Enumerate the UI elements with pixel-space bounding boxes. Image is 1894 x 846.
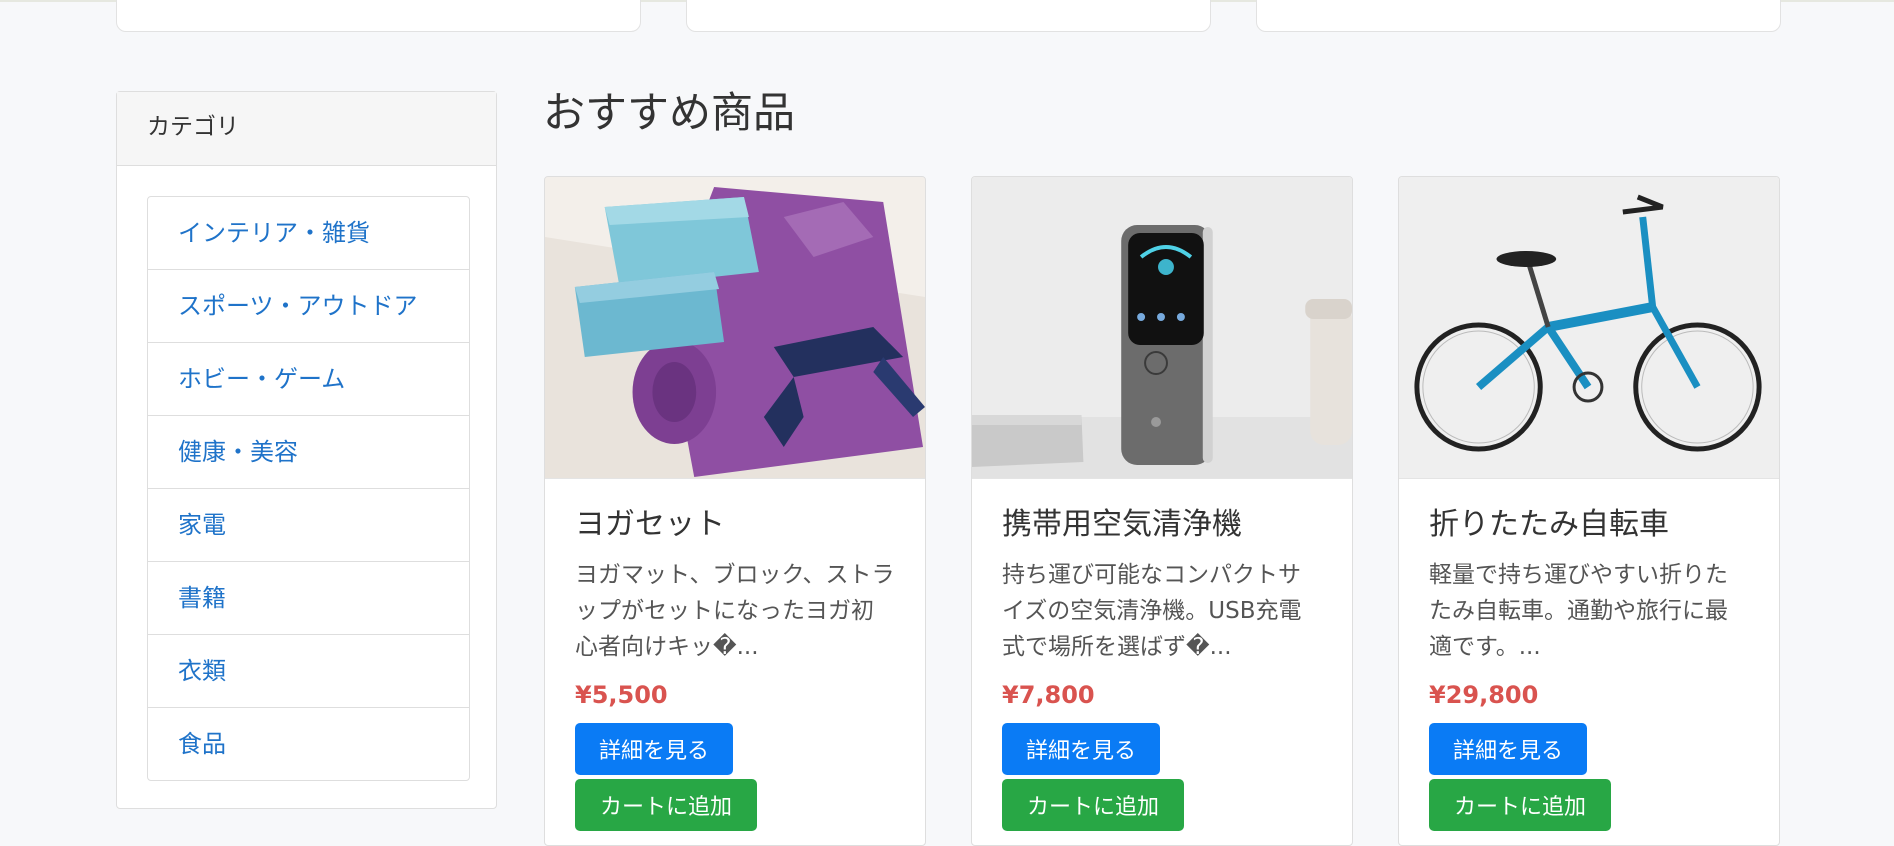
top-card-2 — [686, 0, 1211, 32]
view-details-button[interactable]: 詳細を見る — [575, 723, 733, 775]
product-description: ヨガマット、ブロック、ストラップがセットになったヨガ初心者向けキッ�... — [575, 562, 895, 660]
product-name: ヨガセット — [575, 507, 725, 542]
product-description: 持ち運び可能なコンパクトサイズの空気清浄機。USB充電式で場所を選ばず�... — [1002, 562, 1302, 660]
sidebar-item-food[interactable]: 食品 — [148, 708, 469, 780]
product-price: ¥7,800 — [1002, 681, 1095, 709]
category-sidebar: カテゴリ インテリア・雑貨 スポーツ・アウトドア ホビー・ゲーム 健康・美容 家… — [116, 91, 497, 809]
product-card: 携帯用空気清浄機 持ち運び可能なコンパクトサイズの空気清浄機。USB充電式で場所… — [971, 176, 1353, 846]
air-purifier-image[interactable] — [972, 177, 1352, 479]
page-title: おすすめ商品 — [543, 88, 796, 137]
sidebar-item-appliances[interactable]: 家電 — [148, 489, 469, 562]
sidebar-title: カテゴリ — [117, 92, 496, 166]
sidebar-item-sports[interactable]: スポーツ・アウトドア — [148, 270, 469, 343]
product-card: ヨガセット ヨガマット、ブロック、ストラップがセットになったヨガ初心者向けキッ�… — [544, 176, 926, 846]
top-card-1 — [116, 0, 641, 32]
product-name: 折りたたみ自転車 — [1429, 507, 1669, 542]
folding-bike-image[interactable] — [1399, 177, 1779, 479]
sidebar-item-books[interactable]: 書籍 — [148, 562, 469, 635]
sidebar-item-interior[interactable]: インテリア・雑貨 — [148, 197, 469, 270]
product-description: 軽量で持ち運びやすい折りたたみ自転車。通勤や旅行に最適です。... — [1429, 562, 1728, 660]
product-card: 折りたたみ自転車 軽量で持ち運びやすい折りたたみ自転車。通勤や旅行に最適です。.… — [1398, 176, 1780, 846]
sidebar-item-health[interactable]: 健康・美容 — [148, 416, 469, 489]
product-price: ¥29,800 — [1429, 681, 1539, 709]
product-name: 携帯用空気清浄機 — [1002, 507, 1242, 542]
view-details-button[interactable]: 詳細を見る — [1002, 723, 1160, 775]
view-details-button[interactable]: 詳細を見る — [1429, 723, 1587, 775]
top-card-3 — [1256, 0, 1781, 32]
category-list: インテリア・雑貨 スポーツ・アウトドア ホビー・ゲーム 健康・美容 家電 書籍 … — [147, 196, 470, 781]
add-to-cart-button[interactable]: カートに追加 — [1429, 779, 1611, 831]
add-to-cart-button[interactable]: カートに追加 — [575, 779, 757, 831]
sidebar-item-hobby[interactable]: ホビー・ゲーム — [148, 343, 469, 416]
sidebar-item-clothing[interactable]: 衣類 — [148, 635, 469, 708]
product-price: ¥5,500 — [575, 681, 668, 709]
yoga-set-image[interactable] — [545, 177, 925, 479]
add-to-cart-button[interactable]: カートに追加 — [1002, 779, 1184, 831]
